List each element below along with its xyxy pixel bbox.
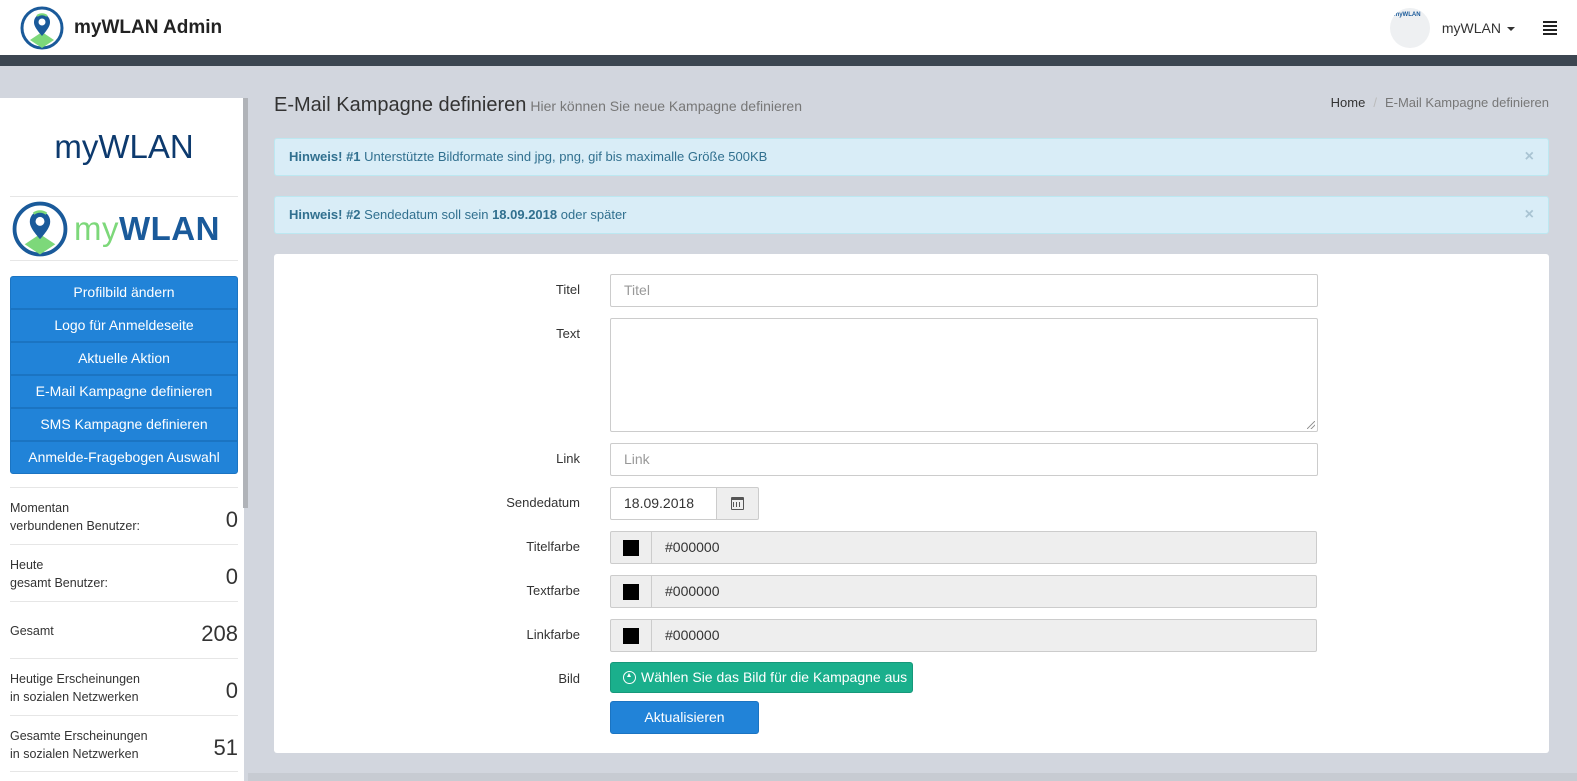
breadcrumb: Home / E-Mail Kampagne definieren xyxy=(1330,95,1549,110)
sidebar-logo: myWLAN xyxy=(12,200,238,258)
stat-item: Gesamte Erscheinungen in sozialen Netzwer… xyxy=(10,715,238,772)
textfarbe-label: Textfarbe xyxy=(526,583,580,598)
close-icon[interactable]: × xyxy=(1525,197,1534,233)
map-pin-wifi-icon xyxy=(20,6,64,49)
info-alert: Hinweis! #1 Unterstützte Bildformate sin… xyxy=(274,138,1549,176)
sidebar-item-email-kampagne[interactable]: E-Mail Kampagne definieren xyxy=(10,375,238,408)
link-label: Link xyxy=(556,451,580,466)
stat-value: 0 xyxy=(225,507,238,532)
close-icon[interactable]: × xyxy=(1525,139,1534,175)
color-swatch xyxy=(623,539,639,556)
hamburger-icon[interactable] xyxy=(1543,20,1557,35)
titelfarbe-label: Titelfarbe xyxy=(526,539,580,554)
divider xyxy=(10,260,238,261)
sidebar-item-profilbild[interactable]: Profilbild ändern xyxy=(10,276,238,309)
breadcrumb-current: E-Mail Kampagne definieren xyxy=(1384,95,1549,110)
map-pin-wifi-icon xyxy=(12,201,68,257)
top-right-nav: myWLAN myWLAN xyxy=(1389,7,1557,48)
text-textarea[interactable] xyxy=(610,318,1318,432)
logo-wordmark: myWLAN xyxy=(74,210,220,247)
color-swatch xyxy=(623,583,639,600)
avatar-logo-text: myWLAN xyxy=(1393,11,1421,18)
color-swatch xyxy=(623,627,639,644)
stat-label: Heutige Erscheinungen in sozialen Netzwer… xyxy=(10,672,140,704)
textfarbe-picker[interactable] xyxy=(610,575,652,608)
sidebar-item-fragebogen[interactable]: Anmelde-Fragebogen Auswahl xyxy=(10,441,238,474)
titel-input[interactable]: Titel xyxy=(610,274,1318,307)
upload-circle-icon xyxy=(623,671,636,684)
app-title: myWLAN Admin xyxy=(74,16,223,38)
stat-value: 0 xyxy=(225,678,238,703)
choose-image-button[interactable]: Wählen Sie das Bild für die Kampagne aus xyxy=(610,662,913,693)
breadcrumb-home[interactable]: Home xyxy=(1331,95,1366,110)
bild-label: Bild xyxy=(558,671,580,686)
stat-label: Gesamte Erscheinungen in sozialen Netzwer… xyxy=(10,729,148,761)
info-alert: Hinweis! #2 Sendedatum soll sein 18.09.2… xyxy=(274,196,1549,234)
divider xyxy=(10,196,238,197)
caret-down-icon xyxy=(1507,26,1515,31)
stat-item: Heutige Erscheinungen in sozialen Netzwer… xyxy=(10,658,238,715)
stat-value: 0 xyxy=(225,564,238,589)
brand[interactable]: myWLAN Admin xyxy=(20,6,222,50)
stat-label: Heute gesamt Benutzer: xyxy=(10,558,108,590)
textfarbe-input[interactable]: #000000 xyxy=(652,575,1317,608)
text-label: Text xyxy=(556,326,580,341)
titelfarbe-picker[interactable] xyxy=(610,531,652,564)
stat-label: Momentan verbundenen Benutzer: xyxy=(10,501,140,533)
titel-label: Titel xyxy=(555,282,580,297)
avatar[interactable]: myWLAN xyxy=(1389,7,1430,48)
page-title: E-Mail Kampagne definieren Hier können Si… xyxy=(274,94,803,116)
user-name: myWLAN xyxy=(1441,19,1501,36)
titelfarbe-input[interactable]: #000000 xyxy=(652,531,1317,564)
footer-strip xyxy=(248,773,1577,781)
update-button[interactable]: Aktualisieren xyxy=(610,701,759,734)
header-strip xyxy=(0,55,1577,66)
sidebar-menu: Profilbild ändern Logo für Anmeldeseite … xyxy=(10,276,238,474)
sendedatum-input[interactable]: 18.09.2018 xyxy=(610,487,717,520)
stats-list: Momentan verbundenen Benutzer: 0 Heute ges… xyxy=(10,487,238,772)
calendar-icon xyxy=(731,497,744,510)
stat-item: Gesamt 208 xyxy=(10,601,238,658)
sendedatum-label: Sendedatum xyxy=(506,495,580,510)
stat-item: Heute gesamt Benutzer: 0 xyxy=(10,544,238,601)
sidebar-item-sms-kampagne[interactable]: SMS Kampagne definieren xyxy=(10,408,238,441)
datepicker-button[interactable] xyxy=(717,487,759,520)
sendedatum-group: 18.09.2018 xyxy=(610,487,759,520)
sidebar-item-aktuelle-aktion[interactable]: Aktuelle Aktion xyxy=(10,342,238,375)
resize-grip-icon[interactable] xyxy=(1307,421,1315,429)
page-subtitle: Hier können Sie neue Kampagne definieren xyxy=(530,98,803,114)
titelfarbe-group: #000000 xyxy=(610,531,1317,564)
linkfarbe-label: Linkfarbe xyxy=(526,627,580,642)
stat-label: Gesamt xyxy=(10,624,54,638)
sidebar-item-logo[interactable]: Logo für Anmeldeseite xyxy=(10,309,238,342)
link-input[interactable]: Link xyxy=(610,443,1318,476)
stat-item: Momentan verbundenen Benutzer: 0 xyxy=(10,487,238,544)
linkfarbe-picker[interactable] xyxy=(610,619,652,652)
top-header: myWLAN Admin myWLAN myWLAN xyxy=(0,0,1577,55)
linkfarbe-group: #000000 xyxy=(610,619,1317,652)
sidebar-title: myWLAN xyxy=(54,128,194,165)
stat-value: 208 xyxy=(201,621,238,646)
textfarbe-group: #000000 xyxy=(610,575,1317,608)
user-menu-toggle[interactable]: myWLAN xyxy=(1442,20,1515,36)
stat-value: 51 xyxy=(213,735,238,760)
linkfarbe-input[interactable]: #000000 xyxy=(652,619,1317,652)
